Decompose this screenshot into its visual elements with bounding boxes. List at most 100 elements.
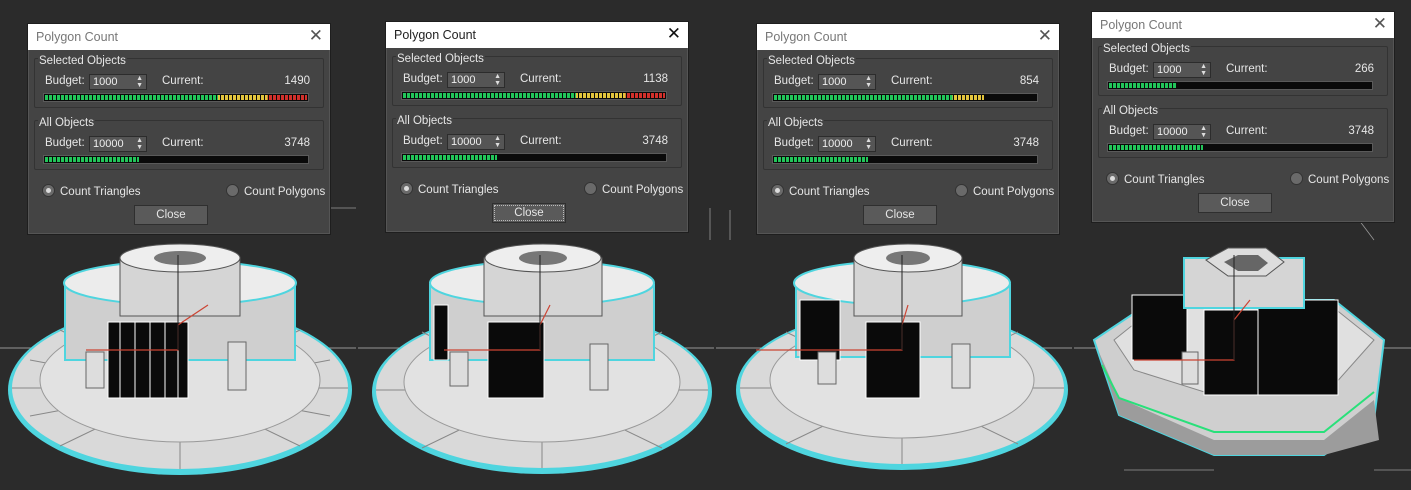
selected-budget-meter [772, 93, 1038, 102]
dialog-title: Polygon Count [394, 28, 477, 42]
all-budget-meter [1107, 143, 1373, 152]
all-objects-label: All Objects [38, 117, 95, 129]
close-button[interactable]: Close [1198, 193, 1272, 213]
current-label: Current: [162, 75, 204, 87]
selected-budget-spinner[interactable]: 1000 ▲ ▼ [89, 74, 147, 90]
current-label: Current: [1226, 125, 1268, 137]
radio-unselected-icon [226, 184, 239, 197]
selected-budget-value[interactable]: 1000 [451, 73, 475, 87]
all-current-value: 3748 [284, 137, 310, 149]
all-budget-value[interactable]: 10000 [1157, 125, 1188, 139]
count-triangles-label: Count Triangles [789, 186, 870, 198]
budget-label: Budget: [403, 135, 443, 147]
count-polygons-radio[interactable]: Count Polygons [226, 184, 325, 198]
budget-label: Budget: [45, 75, 85, 87]
count-polygons-label: Count Polygons [244, 186, 326, 198]
close-icon[interactable]: ✕ [667, 24, 681, 44]
selected-budget-value[interactable]: 1000 [822, 75, 846, 89]
selected-budget-value[interactable]: 1000 [93, 75, 117, 89]
count-triangles-label: Count Triangles [60, 186, 141, 198]
count-triangles-radio[interactable]: Count Triangles [771, 184, 870, 198]
spinner-arrows-icon[interactable]: ▲ ▼ [494, 73, 501, 87]
all-objects-group: All Objects Budget: 10000 ▲ ▼ Current: 374… [763, 117, 1053, 170]
budget-label: Budget: [774, 137, 814, 149]
dialog-titlebar[interactable]: Polygon Count ✕ [386, 22, 688, 48]
current-label: Current: [891, 137, 933, 149]
all-budget-spinner[interactable]: 10000 ▲ ▼ [818, 136, 876, 152]
selected-objects-label: Selected Objects [767, 55, 856, 67]
selected-budget-spinner[interactable]: 1000 ▲ ▼ [1153, 62, 1211, 78]
spinner-arrows-icon[interactable]: ▲ ▼ [136, 137, 143, 151]
spinner-arrows-icon[interactable]: ▲ ▼ [136, 75, 143, 89]
polygon-count-dialog-1: Polygon Count ✕ Selected Objects Budget:… [27, 23, 331, 235]
budget-label: Budget: [1109, 63, 1149, 75]
selected-current-value: 1490 [284, 75, 310, 87]
count-polygons-label: Count Polygons [1308, 174, 1390, 186]
selected-budget-spinner[interactable]: 1000 ▲ ▼ [447, 72, 505, 88]
all-objects-label: All Objects [1102, 105, 1159, 117]
spinner-arrows-icon[interactable]: ▲ ▼ [1200, 125, 1207, 139]
radio-selected-icon [1106, 172, 1119, 185]
all-budget-spinner[interactable]: 10000 ▲ ▼ [447, 134, 505, 150]
close-icon[interactable]: ✕ [1373, 14, 1387, 34]
count-triangles-radio[interactable]: Count Triangles [42, 184, 141, 198]
selected-objects-label: Selected Objects [1102, 43, 1191, 55]
meter-fill [774, 95, 984, 100]
close-icon[interactable]: ✕ [1038, 26, 1052, 46]
radio-unselected-icon [584, 182, 597, 195]
count-triangles-radio[interactable]: Count Triangles [1106, 172, 1205, 186]
dialog-titlebar[interactable]: Polygon Count ✕ [1092, 12, 1394, 38]
selected-current-value: 1138 [643, 73, 668, 85]
all-objects-label: All Objects [767, 117, 824, 129]
close-icon[interactable]: ✕ [309, 26, 323, 46]
all-objects-group: All Objects Budget: 10000 ▲ ▼ Current: 374… [34, 117, 324, 170]
all-budget-value[interactable]: 10000 [93, 137, 124, 151]
spinner-arrows-icon[interactable]: ▲ ▼ [494, 135, 501, 149]
meter-fill [774, 157, 868, 162]
spinner-arrows-icon[interactable]: ▲ ▼ [865, 75, 872, 89]
all-budget-value[interactable]: 10000 [822, 137, 853, 151]
dialog-titlebar[interactable]: Polygon Count ✕ [757, 24, 1059, 50]
close-button[interactable]: Close [134, 205, 208, 225]
current-label: Current: [520, 73, 562, 85]
budget-label: Budget: [403, 73, 443, 85]
current-label: Current: [162, 137, 204, 149]
all-budget-meter [401, 153, 667, 162]
selected-budget-spinner[interactable]: 1000 ▲ ▼ [818, 74, 876, 90]
count-triangles-radio[interactable]: Count Triangles [400, 182, 499, 196]
all-objects-group: All Objects Budget: 10000 ▲ ▼ Current: 374… [392, 115, 682, 168]
count-triangles-label: Count Triangles [418, 184, 499, 196]
selected-current-value: 854 [1019, 75, 1039, 87]
radio-unselected-icon [1290, 172, 1303, 185]
current-label: Current: [891, 75, 933, 87]
count-polygons-radio[interactable]: Count Polygons [584, 182, 683, 196]
all-budget-spinner[interactable]: 10000 ▲ ▼ [89, 136, 147, 152]
selected-objects-group: Selected Objects Budget: 1000 ▲ ▼ Current:… [34, 55, 324, 108]
all-budget-spinner[interactable]: 10000 ▲ ▼ [1153, 124, 1211, 140]
dialog-titlebar[interactable]: Polygon Count ✕ [28, 24, 330, 50]
spinner-arrows-icon[interactable]: ▲ ▼ [865, 137, 872, 151]
close-button[interactable]: Close [492, 203, 566, 223]
all-budget-value[interactable]: 10000 [451, 135, 482, 149]
selected-budget-meter [401, 91, 667, 100]
count-polygons-radio[interactable]: Count Polygons [1290, 172, 1389, 186]
all-current-value: 3748 [1348, 125, 1374, 137]
all-budget-meter [43, 155, 309, 164]
radio-selected-icon [771, 184, 784, 197]
dialog-title: Polygon Count [765, 30, 848, 44]
current-label: Current: [520, 135, 562, 147]
close-button[interactable]: Close [863, 205, 937, 225]
budget-label: Budget: [1109, 125, 1149, 137]
spinner-arrows-icon[interactable]: ▲ ▼ [1200, 63, 1207, 77]
current-label: Current: [1226, 63, 1268, 75]
meter-fill [45, 95, 307, 100]
all-budget-meter [772, 155, 1038, 164]
selected-objects-group: Selected Objects Budget: 1000 ▲ ▼ Current:… [763, 55, 1053, 108]
all-objects-label: All Objects [396, 115, 453, 127]
budget-label: Budget: [45, 137, 85, 149]
selected-budget-value[interactable]: 1000 [1157, 63, 1181, 77]
dialog-title: Polygon Count [36, 30, 119, 44]
count-polygons-radio[interactable]: Count Polygons [955, 184, 1054, 198]
polygon-count-dialog-4: Polygon Count ✕ Selected Objects Budget:… [1091, 11, 1395, 223]
selected-budget-meter [43, 93, 309, 102]
